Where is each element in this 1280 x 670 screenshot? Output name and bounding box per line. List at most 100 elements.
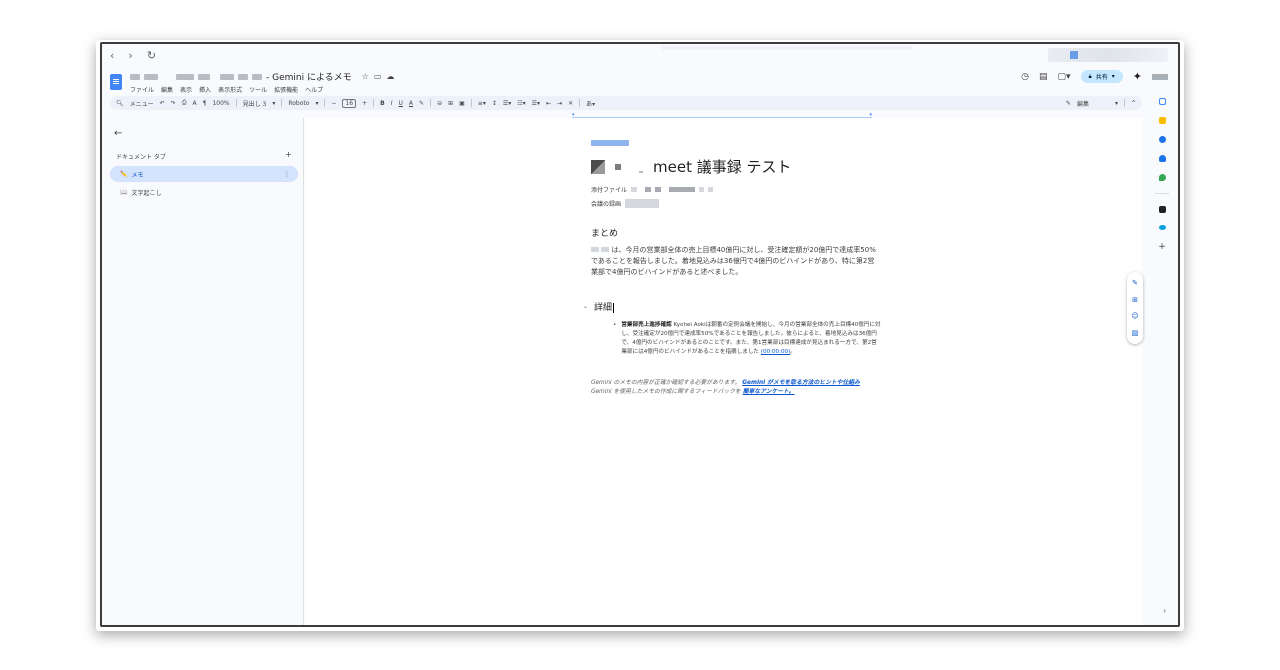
menu-tools[interactable]: ツール xyxy=(249,85,267,94)
emoji-icon[interactable]: ☺ xyxy=(1131,312,1138,320)
menu-insert[interactable]: 挿入 xyxy=(199,85,211,94)
lock-icon: 🔒︎ xyxy=(1088,72,1092,80)
image-icon[interactable]: ▣ xyxy=(459,100,465,107)
spellcheck-icon[interactable]: A xyxy=(193,100,197,107)
doc-title-suffix[interactable]: - Gemini によるメモ xyxy=(266,70,352,83)
chevron-down-icon[interactable]: ▾ xyxy=(315,100,318,107)
gemini-tips-link[interactable]: Gemini がメモを取る方法のヒントや仕組み xyxy=(742,380,860,386)
expand-panel-icon[interactable]: › xyxy=(1163,607,1166,615)
salesforce-icon[interactable] xyxy=(1158,225,1166,230)
maps-icon[interactable] xyxy=(1158,174,1166,181)
survey-link[interactable]: 簡単なアンケート。 xyxy=(743,389,795,395)
back-arrow-icon[interactable]: ← xyxy=(114,128,122,139)
tab-memo-label: メモ xyxy=(131,171,144,179)
addon-icon[interactable] xyxy=(1158,206,1166,213)
style-select[interactable]: 見出し 3 xyxy=(243,99,267,108)
outdent-icon[interactable]: ⇤ xyxy=(546,100,551,107)
bullet-dot: • xyxy=(613,322,617,328)
document-canvas[interactable]: meet 議事録 テスト 添付ファイル 会議の録画 まとめ は、今月の営業部全体… xyxy=(305,118,1143,625)
redacted-date xyxy=(591,140,629,146)
zoom-select[interactable]: 100% xyxy=(212,100,229,107)
contacts-icon[interactable] xyxy=(1158,155,1166,162)
tasks-icon[interactable] xyxy=(1158,136,1166,143)
suggest-edit-icon[interactable]: ▨ xyxy=(1132,329,1139,337)
align-icon[interactable]: ≡▾ xyxy=(478,100,486,107)
attachment-label: 添付ファイル xyxy=(591,187,628,194)
back-button[interactable]: ‹ xyxy=(110,49,114,62)
redo-icon[interactable]: ↷ xyxy=(171,100,176,107)
clear-format-icon[interactable]: ✕ xyxy=(568,100,573,107)
checklist-icon[interactable]: ☰▾ xyxy=(503,100,511,107)
meet-icon[interactable]: ▢▾ xyxy=(1058,72,1071,82)
menu-format[interactable]: 表示形式 xyxy=(218,85,242,94)
collapse-chevron-icon[interactable]: ⌄ xyxy=(583,303,588,310)
text-color-icon[interactable]: A xyxy=(409,100,413,107)
font-select[interactable]: Roboto xyxy=(288,100,309,107)
doc-title-row: - Gemini によるメモ ☆ ▭ ☁ xyxy=(130,70,394,83)
list-item: • 営業部売上進捗確認 Kyohei Aokiは朝番の定例会議を開始し、今月の営… xyxy=(591,321,881,357)
bullet-title: 営業部売上進捗確認 xyxy=(621,322,672,328)
title-row: meet 議事録 テスト xyxy=(591,156,881,177)
font-size-input[interactable]: 16 xyxy=(342,98,357,108)
link-icon[interactable]: ⊖ xyxy=(437,100,442,107)
chevron-down-icon[interactable]: ▾ xyxy=(1115,100,1118,107)
more-vert-icon[interactable]: ⋮ xyxy=(284,171,290,178)
underline-icon[interactable]: U xyxy=(399,100,403,107)
details-heading-row: ⌄ 詳細 xyxy=(583,300,881,313)
text-cursor xyxy=(613,302,615,313)
search-menu-icon[interactable]: 🔍︎ xyxy=(116,100,124,107)
print-icon[interactable]: ⎙ xyxy=(182,99,187,107)
star-icon[interactable]: ☆ xyxy=(362,72,369,81)
menu-search-label[interactable]: メニュー xyxy=(130,99,154,108)
share-button[interactable]: 🔒︎ 共有 ▾ xyxy=(1080,70,1123,83)
keep-icon[interactable] xyxy=(1158,117,1166,124)
paint-format-icon[interactable]: ¶ xyxy=(203,100,207,107)
side-panel-rail: + xyxy=(1146,96,1178,625)
collapse-menus-icon[interactable]: ^ xyxy=(1131,100,1136,107)
gemini-feedback: Gemini を使用したメモの作成に関するフィードバックを 簡単なアンケート。 xyxy=(591,389,795,395)
avatar[interactable] xyxy=(1152,73,1168,80)
menu-edit[interactable]: 編集 xyxy=(161,85,173,94)
italic-icon[interactable]: I xyxy=(391,100,393,107)
redacted-profile xyxy=(1048,48,1168,62)
document-outline-sidebar: ← ドキュメント タブ + ✏️ メモ ⋮ 📖 文字起こし xyxy=(102,118,304,625)
font-size-increase[interactable]: + xyxy=(362,100,367,107)
numbered-list-icon[interactable]: ☰▾ xyxy=(532,100,540,107)
menu-view[interactable]: 表示 xyxy=(180,85,192,94)
comment-add-icon[interactable]: ⊞ xyxy=(448,100,453,107)
chevron-down-icon[interactable]: ▾ xyxy=(272,100,275,107)
add-tab-button[interactable]: + xyxy=(285,150,292,159)
tab-memo[interactable]: ✏️ メモ ⋮ xyxy=(110,166,298,182)
folder-move-icon[interactable]: ▭ xyxy=(374,72,382,81)
gemini-disclaimer: Gemini のメモの内容が正確か確認する必要があります。 Gemini がメモ… xyxy=(591,380,860,386)
highlight-icon[interactable]: ✎ xyxy=(419,100,424,107)
tab-transcript[interactable]: 📖 文字起こし xyxy=(120,188,162,197)
font-size-decrease[interactable]: − xyxy=(331,100,336,107)
calendar-icon[interactable] xyxy=(1158,98,1166,105)
docs-logo-icon[interactable] xyxy=(110,74,122,90)
document-tabs-label: ドキュメント タブ xyxy=(116,154,166,161)
add-addon-icon[interactable]: + xyxy=(1158,242,1166,252)
menu-extensions[interactable]: 拡張機能 xyxy=(274,85,298,94)
undo-icon[interactable]: ↶ xyxy=(160,100,165,107)
menu-help[interactable]: ヘルプ xyxy=(305,85,323,94)
ai-edit-icon[interactable]: ✎ xyxy=(1132,279,1138,287)
input-tools-icon[interactable]: あ▾ xyxy=(586,99,595,108)
edit-mode-select[interactable]: 編集 xyxy=(1077,99,1089,108)
bold-icon[interactable]: B xyxy=(380,100,385,107)
add-comment-icon[interactable]: ⊞ xyxy=(1132,296,1138,304)
line-spacing-icon[interactable]: ↕ xyxy=(492,100,497,107)
reload-button[interactable]: ↻ xyxy=(147,49,156,62)
bullet-list-icon[interactable]: ☷▾ xyxy=(517,100,525,107)
timestamp-link[interactable]: (00:00:00) xyxy=(761,349,791,355)
comments-icon[interactable]: ▤ xyxy=(1039,72,1048,82)
summary-text: は、今月の営業部全体の売上目標40億円に対し、受注確定額が20億円で達成率50%… xyxy=(591,245,881,278)
history-icon[interactable]: ◷ xyxy=(1021,72,1029,82)
forward-button[interactable]: › xyxy=(128,49,132,62)
document-page[interactable]: meet 議事録 テスト 添付ファイル 会議の録画 まとめ は、今月の営業部全体… xyxy=(583,140,881,396)
pencil-icon[interactable]: ✎ xyxy=(1066,100,1071,107)
gemini-icon[interactable]: ✦ xyxy=(1133,70,1142,83)
cloud-status-icon[interactable]: ☁ xyxy=(386,72,394,81)
menu-file[interactable]: ファイル xyxy=(130,85,154,94)
indent-icon[interactable]: ⇥ xyxy=(557,100,562,107)
